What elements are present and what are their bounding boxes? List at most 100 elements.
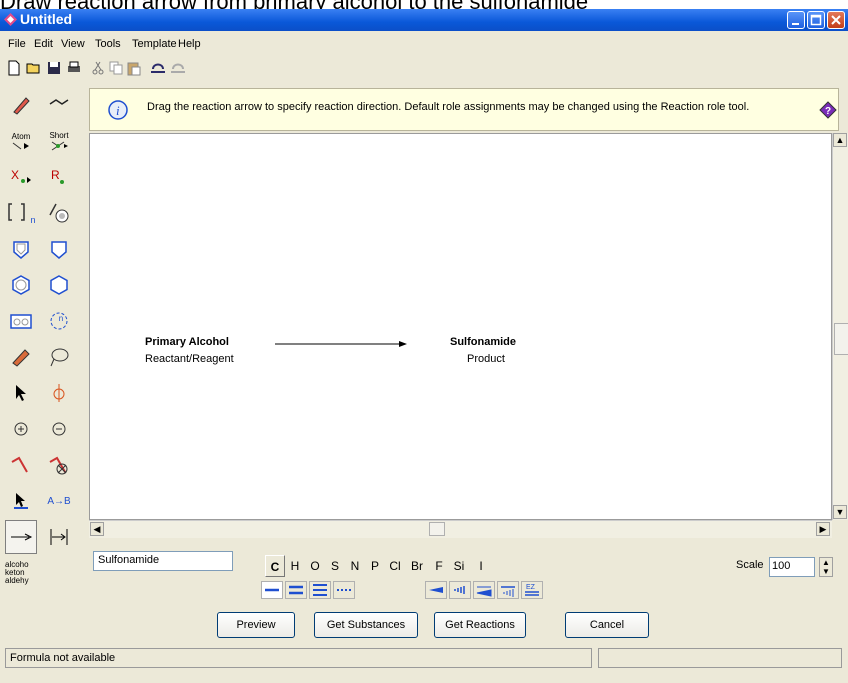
menu-bar: File Edit View Tools Template Help	[0, 36, 848, 54]
stereo-tool[interactable]	[43, 376, 75, 410]
bracket-tool[interactable]: n	[5, 196, 37, 230]
n-ring-tool[interactable]: n	[43, 304, 75, 338]
scroll-down-button[interactable]: ▼	[833, 505, 847, 519]
decrease-charge-tool[interactable]	[43, 412, 75, 446]
single-bond-icon	[265, 588, 279, 592]
element-si[interactable]: Si	[449, 555, 469, 577]
triple-bond-button[interactable]	[309, 581, 331, 599]
paste-icon[interactable]	[126, 60, 142, 76]
element-cl[interactable]: Cl	[385, 555, 405, 577]
undo-icon[interactable]	[150, 60, 166, 76]
title-bar[interactable]: Untitled	[0, 9, 848, 31]
menu-view[interactable]: View	[61, 38, 85, 50]
new-file-icon[interactable]	[6, 60, 22, 76]
get-reactions-button[interactable]: Get Reactions	[434, 612, 526, 638]
menu-help[interactable]: Help	[178, 38, 201, 50]
minimize-icon	[792, 23, 799, 25]
element-f[interactable]: F	[429, 555, 449, 577]
element-o[interactable]: O	[305, 555, 325, 577]
preview-button[interactable]: Preview	[217, 612, 295, 638]
short-tool[interactable]: Short	[43, 124, 75, 158]
element-br[interactable]: Br	[407, 555, 427, 577]
double-bond-icon	[289, 585, 303, 595]
menu-template[interactable]: Template	[132, 38, 177, 50]
wedge-bond-button[interactable]	[425, 581, 447, 599]
print-icon[interactable]	[66, 60, 82, 76]
reaction-role-tool[interactable]	[5, 484, 37, 518]
minimize-button[interactable]	[787, 11, 805, 29]
drawing-canvas[interactable]: Primary Alcohol Reactant/Reagent Sulfona…	[89, 133, 832, 520]
single-bond-button[interactable]	[261, 581, 283, 599]
attach-tool[interactable]	[43, 196, 75, 230]
product-name[interactable]: Sulfonamide	[450, 336, 516, 348]
scroll-up-button[interactable]: ▲	[833, 133, 847, 147]
window-title: Untitled	[20, 11, 73, 27]
scroll-right-button[interactable]: ▶	[816, 522, 830, 536]
bond-mark-tool[interactable]	[5, 448, 37, 482]
element-p[interactable]: P	[365, 555, 385, 577]
eraser-tool[interactable]	[5, 340, 37, 374]
scroll-left-button[interactable]: ◀	[90, 522, 104, 536]
benzene-tool[interactable]	[5, 268, 37, 302]
close-button[interactable]	[827, 11, 845, 29]
element-s[interactable]: S	[325, 555, 345, 577]
reactant-name[interactable]: Primary Alcohol	[145, 336, 229, 348]
menu-tools[interactable]: Tools	[95, 38, 121, 50]
bond-unmark-tool[interactable]	[43, 448, 75, 482]
horizontal-scrollbar[interactable]: ◀ ▶	[89, 520, 832, 538]
svg-text:X: X	[11, 168, 19, 182]
horizontal-scroll-thumb[interactable]	[429, 522, 445, 536]
ez-bond-button[interactable]: EZ	[521, 581, 543, 599]
arrow-numbering-tool[interactable]	[43, 520, 75, 554]
functional-group-tool[interactable]: alcoho keton aldehy	[5, 556, 37, 590]
redo-icon[interactable]	[170, 60, 186, 76]
help-diamond-icon[interactable]: ?	[819, 101, 837, 119]
lasso-tool[interactable]	[43, 340, 75, 374]
select-arrow-tool[interactable]	[5, 376, 37, 410]
hexagon-tool[interactable]	[43, 268, 75, 302]
copy-icon[interactable]	[108, 60, 124, 76]
atom-label: Atom	[11, 131, 31, 141]
element-n[interactable]: N	[345, 555, 365, 577]
substance-name-field[interactable]: Sulfonamide	[93, 551, 233, 571]
element-i[interactable]: I	[471, 555, 491, 577]
attach-ring-icon	[49, 203, 69, 223]
r-group-tool[interactable]: R	[43, 160, 75, 194]
pentagon-tool[interactable]	[43, 232, 75, 266]
svg-text:?: ?	[825, 106, 831, 117]
bond-mark-icon	[11, 456, 28, 473]
scale-input[interactable]: 100	[769, 557, 815, 577]
pencil-tool[interactable]	[5, 88, 37, 122]
increase-charge-tool[interactable]	[5, 412, 37, 446]
hash-bond-button[interactable]	[449, 581, 471, 599]
vertical-scrollbar[interactable]: ▲ ▼	[832, 133, 848, 520]
element-c[interactable]: C	[265, 555, 285, 577]
cut-icon[interactable]	[90, 60, 106, 76]
double-bond-button[interactable]	[285, 581, 307, 599]
scale-spinner[interactable]: ▲ ▼	[819, 557, 833, 577]
double-hash-icon	[501, 586, 515, 597]
save-icon[interactable]	[46, 60, 62, 76]
menu-file[interactable]: File	[8, 38, 26, 50]
vertical-scroll-thumb[interactable]	[834, 323, 848, 355]
any-bond-button[interactable]	[333, 581, 355, 599]
reaction-arrow-tool[interactable]	[5, 520, 37, 554]
up-double-bond-button[interactable]	[473, 581, 495, 599]
get-substances-button[interactable]: Get Substances	[314, 612, 418, 638]
atom-tool[interactable]: Atom	[5, 124, 37, 158]
close-icon	[831, 15, 841, 25]
element-h[interactable]: H	[285, 555, 305, 577]
cancel-button[interactable]: Cancel	[565, 612, 649, 638]
reaction-arrow[interactable]	[275, 338, 415, 350]
short-label: Short	[49, 130, 69, 140]
menu-edit[interactable]: Edit	[34, 38, 53, 50]
chain-tool[interactable]	[43, 88, 75, 122]
open-folder-icon[interactable]	[26, 60, 42, 76]
maximize-button[interactable]	[807, 11, 825, 29]
fused-ring-tool[interactable]	[5, 304, 37, 338]
atom-map-tool[interactable]: A→B	[43, 484, 75, 518]
cyclopentane-tool[interactable]	[5, 232, 37, 266]
minus-charge-icon	[52, 422, 66, 436]
down-double-bond-button[interactable]	[497, 581, 519, 599]
x-atom-tool[interactable]: X	[5, 160, 37, 194]
